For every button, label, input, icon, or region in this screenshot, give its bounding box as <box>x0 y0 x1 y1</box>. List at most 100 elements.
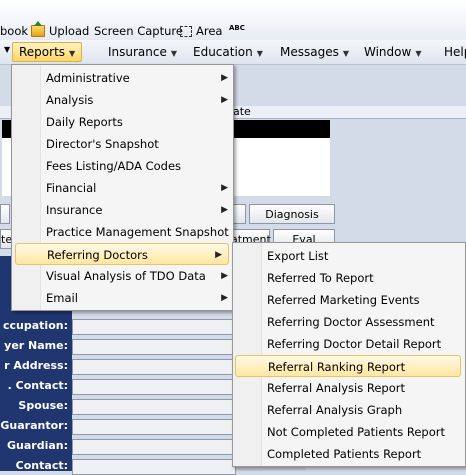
contact-field[interactable] <box>72 459 236 475</box>
menu-item-label: Financial <box>46 181 97 195</box>
menu-item-referred-to-report[interactable]: Referred To Report <box>267 267 461 289</box>
menu-item-completed-patients-report[interactable]: Completed Patients Report <box>267 443 461 465</box>
spouse-field[interactable] <box>72 399 236 415</box>
upload-icon <box>31 21 45 37</box>
toolbar: book Upload Screen Capture Area ABC <box>0 0 466 40</box>
employer-name-field[interactable] <box>72 339 236 355</box>
menu-item-label: Visual Analysis of TDO Data <box>46 269 206 283</box>
occupation-field[interactable] <box>72 319 236 335</box>
guarantor-field[interactable] <box>72 419 236 435</box>
menu-help-label: Help <box>444 45 466 59</box>
spell-check-icon: ABC <box>229 23 245 32</box>
menu-item-referring-doctor-detail-report[interactable]: Referring Doctor Detail Report <box>267 333 461 355</box>
menu-item-daily-reports[interactable]: Daily Reports <box>46 111 226 133</box>
submenu-arrow-icon: ▶ <box>221 271 228 281</box>
menu-item-label: Director's Snapshot <box>46 137 159 151</box>
guarantor-label: Guarantor: <box>0 419 68 432</box>
menu-item-label: Referral Analysis Report <box>267 381 405 395</box>
upload-button[interactable]: Upload <box>31 21 90 40</box>
chevron-down-icon: ▼ <box>415 49 422 58</box>
menu-help[interactable]: Help <box>444 43 466 61</box>
menu-item-fees-listing[interactable]: Fees Listing/ADA Codes <box>46 155 226 177</box>
menu-window[interactable]: Window ▼ <box>364 43 421 61</box>
form-button[interactable] <box>0 204 10 224</box>
menu-item-referral-analysis-report[interactable]: Referral Analysis Report <box>267 377 461 399</box>
employer-address-field[interactable] <box>72 359 236 375</box>
reports-dropdown: Administrative ▶ Analysis ▶ Daily Reports … <box>11 64 234 311</box>
menu-item-label: Administrative <box>46 71 130 85</box>
menu-messages[interactable]: Messages ▼ <box>280 43 349 61</box>
header-fragment: ate <box>233 105 251 118</box>
submenu-arrow-icon: ▶ <box>215 250 222 260</box>
menu-education[interactable]: Education ▼ <box>193 43 263 61</box>
menu-item-email[interactable]: Email ▶ <box>46 287 228 309</box>
menu-item-referring-doctors[interactable]: Referring Doctors ▶ <box>15 243 229 265</box>
menu-item-label: Not Completed Patients Report <box>267 425 445 439</box>
form-button[interactable] <box>232 204 246 224</box>
submenu-arrow-icon: ▶ <box>221 183 228 193</box>
screen-capture-label: Screen Capture <box>94 24 183 38</box>
menu-bar: ▼ Reports ▼ Insurance ▼ Education ▼ Message… <box>0 40 466 65</box>
menu-window-label: Window <box>364 45 412 59</box>
occupation-label: ccupation: <box>3 319 68 332</box>
upload-label: Upload <box>49 24 90 38</box>
emergency-contact-label: . Contact: <box>7 379 68 392</box>
menu-item-financial[interactable]: Financial ▶ <box>46 177 228 199</box>
menu-item-label: Referred Marketing Events <box>267 293 420 307</box>
menu-item-label: Insurance <box>46 203 103 217</box>
menu-item-referral-analysis-graph[interactable]: Referral Analysis Graph <box>267 399 461 421</box>
menu-item-referred-marketing-events[interactable]: Referred Marketing Events <box>267 289 461 311</box>
menu-item-label: Email <box>46 291 78 305</box>
menu-item-practice-management-snapshot[interactable]: Practice Management Snapshot <box>46 221 229 243</box>
guardian-field[interactable] <box>72 439 236 455</box>
menu-item-label: Referring Doctor Detail Report <box>267 337 442 351</box>
menu-item-referral-ranking-report[interactable]: Referral Ranking Report <box>235 355 461 377</box>
employer-address-label: r Address: <box>4 359 68 372</box>
spell-check-button[interactable]: ABC <box>229 22 245 40</box>
menu-item-label: Completed Patients Report <box>267 447 422 461</box>
menu-item-label: Daily Reports <box>46 115 123 129</box>
menu-item-label: Referral Ranking Report <box>268 360 406 374</box>
area-label: Area <box>196 24 223 38</box>
menu-reports[interactable]: Reports ▼ <box>12 42 83 62</box>
guardian-label: Guardian: <box>6 439 68 452</box>
menu-item-referring-doctor-assessment[interactable]: Referring Doctor Assessment <box>267 311 461 333</box>
menu-item-analysis[interactable]: Analysis ▶ <box>46 89 228 111</box>
menu-item-insurance[interactable]: Insurance ▶ <box>46 199 228 221</box>
submenu-arrow-icon: ▶ <box>221 73 228 83</box>
chevron-down-icon: ▼ <box>69 49 76 58</box>
chevron-down-icon: ▼ <box>170 49 178 58</box>
referring-doctors-submenu: Export List Referred To Report Referred … <box>232 242 466 467</box>
menu-item-label: Fees Listing/ADA Codes <box>46 159 182 173</box>
book-button[interactable]: book <box>0 22 28 40</box>
submenu-arrow-icon: ▶ <box>221 205 228 215</box>
menu-gutter <box>12 65 41 310</box>
menu-item-label: Referring Doctors <box>47 248 148 262</box>
emergency-contact-field[interactable] <box>72 379 236 395</box>
diagnosis-button[interactable]: Diagnosis <box>249 204 335 224</box>
submenu-arrow-icon: ▶ <box>221 95 228 105</box>
menu-item-directors-snapshot[interactable]: Director's Snapshot <box>46 133 226 155</box>
menu-item-label: Referral Analysis Graph <box>267 403 403 417</box>
area-button[interactable]: Area <box>180 22 222 40</box>
book-label: book <box>0 24 29 38</box>
menu-insurance[interactable]: Insurance ▼ <box>108 43 177 61</box>
contact-label: Contact: <box>15 459 68 472</box>
area-select-icon <box>180 25 192 37</box>
chevron-down-icon: ▼ <box>256 49 263 58</box>
menu-item-administrative[interactable]: Administrative ▶ <box>46 67 228 89</box>
screen-capture-button[interactable]: Screen Capture <box>94 22 183 40</box>
menu-item-visual-analysis[interactable]: Visual Analysis of TDO Data ▶ <box>46 265 228 287</box>
menu-education-label: Education <box>193 45 253 59</box>
menu-insurance-label: Insurance <box>108 45 167 59</box>
menu-item-export-list[interactable]: Export List <box>267 245 461 267</box>
menu-item-label: Analysis <box>46 93 94 107</box>
employer-name-label: yer Name: <box>4 339 68 352</box>
menu-item-label: Export List <box>267 249 329 263</box>
menu-item-label: Referring Doctor Assessment <box>267 315 435 329</box>
menu-item-not-completed-patients-report[interactable]: Not Completed Patients Report <box>267 421 461 443</box>
spouse-label: Spouse: <box>18 399 68 412</box>
diagnosis-label: Diagnosis <box>265 208 319 221</box>
menu-reports-label: Reports <box>19 45 66 59</box>
menu-messages-label: Messages <box>280 45 339 59</box>
